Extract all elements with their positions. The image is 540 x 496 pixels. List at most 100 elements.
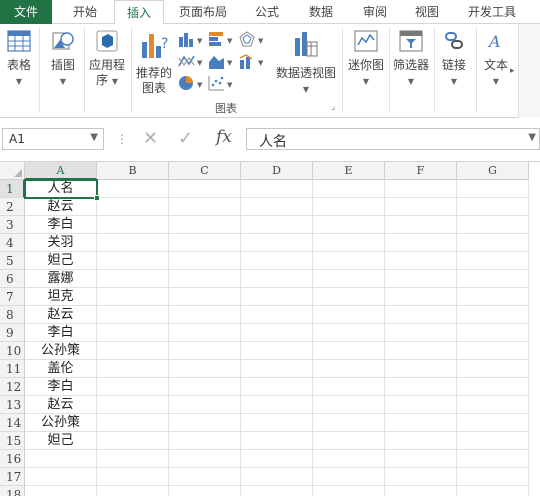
cell-b8[interactable] bbox=[97, 306, 169, 324]
apps-button[interactable]: 应用程 序 ▼ bbox=[86, 28, 128, 89]
cell-g16[interactable] bbox=[457, 450, 529, 468]
cell-c16[interactable] bbox=[169, 450, 241, 468]
cell-b16[interactable] bbox=[97, 450, 169, 468]
cell-e6[interactable] bbox=[313, 270, 385, 288]
cell-g12[interactable] bbox=[457, 378, 529, 396]
cell-a5[interactable]: 妲己 bbox=[25, 252, 97, 270]
cell-d16[interactable] bbox=[241, 450, 313, 468]
cell-a13[interactable]: 赵云 bbox=[25, 396, 97, 414]
tab-page-layout[interactable]: 页面布局 bbox=[170, 0, 236, 24]
cell-g17[interactable] bbox=[457, 468, 529, 486]
column-header-b[interactable]: B bbox=[97, 162, 169, 180]
cell-e13[interactable] bbox=[313, 396, 385, 414]
cell-e12[interactable] bbox=[313, 378, 385, 396]
table-button[interactable]: 表格 ▼ bbox=[2, 28, 36, 89]
cell-e5[interactable] bbox=[313, 252, 385, 270]
tab-insert[interactable]: 插入 bbox=[114, 0, 164, 25]
row-header-9[interactable]: 9 bbox=[0, 324, 25, 342]
cell-f7[interactable] bbox=[385, 288, 457, 306]
tab-data[interactable]: 数据 bbox=[298, 0, 344, 24]
tab-formulas[interactable]: 公式 bbox=[244, 0, 290, 24]
area-chart-button[interactable]: ▼ bbox=[207, 52, 235, 72]
cell-d3[interactable] bbox=[241, 216, 313, 234]
cell-f9[interactable] bbox=[385, 324, 457, 342]
select-all-button[interactable] bbox=[0, 162, 25, 180]
row-header-15[interactable]: 15 bbox=[0, 432, 25, 450]
cell-b13[interactable] bbox=[97, 396, 169, 414]
cell-g9[interactable] bbox=[457, 324, 529, 342]
cell-d14[interactable] bbox=[241, 414, 313, 432]
cell-d12[interactable] bbox=[241, 378, 313, 396]
cell-d1[interactable] bbox=[241, 180, 313, 198]
cell-f15[interactable] bbox=[385, 432, 457, 450]
cell-c2[interactable] bbox=[169, 198, 241, 216]
cell-g6[interactable] bbox=[457, 270, 529, 288]
cell-f1[interactable] bbox=[385, 180, 457, 198]
cell-a11[interactable]: 盖伦 bbox=[25, 360, 97, 378]
cell-a6[interactable]: 露娜 bbox=[25, 270, 97, 288]
column-header-e[interactable]: E bbox=[313, 162, 385, 180]
cell-f17[interactable] bbox=[385, 468, 457, 486]
sparklines-button[interactable]: 迷你图 ▼ bbox=[346, 28, 386, 89]
cell-c4[interactable] bbox=[169, 234, 241, 252]
cell-a12[interactable]: 李白 bbox=[25, 378, 97, 396]
cell-b17[interactable] bbox=[97, 468, 169, 486]
cell-c12[interactable] bbox=[169, 378, 241, 396]
cell-d17[interactable] bbox=[241, 468, 313, 486]
cell-g13[interactable] bbox=[457, 396, 529, 414]
cell-b4[interactable] bbox=[97, 234, 169, 252]
cell-d10[interactable] bbox=[241, 342, 313, 360]
cell-b10[interactable] bbox=[97, 342, 169, 360]
cell-e2[interactable] bbox=[313, 198, 385, 216]
cell-e3[interactable] bbox=[313, 216, 385, 234]
cell-c13[interactable] bbox=[169, 396, 241, 414]
row-header-11[interactable]: 11 bbox=[0, 360, 25, 378]
ribbon-scroll-right-icon[interactable]: ▸ bbox=[510, 66, 515, 76]
column-header-f[interactable]: F bbox=[385, 162, 457, 180]
cell-c7[interactable] bbox=[169, 288, 241, 306]
row-header-14[interactable]: 14 bbox=[0, 414, 25, 432]
cell-a14[interactable]: 公孙策 bbox=[25, 414, 97, 432]
bar-chart-button[interactable]: ▼ bbox=[207, 30, 235, 50]
row-header-17[interactable]: 17 bbox=[0, 468, 25, 486]
tab-review[interactable]: 审阅 bbox=[352, 0, 398, 24]
cell-c10[interactable] bbox=[169, 342, 241, 360]
row-header-2[interactable]: 2 bbox=[0, 198, 25, 216]
row-header-4[interactable]: 4 bbox=[0, 234, 25, 252]
cell-d4[interactable] bbox=[241, 234, 313, 252]
cell-g2[interactable] bbox=[457, 198, 529, 216]
cell-a17[interactable] bbox=[25, 468, 97, 486]
cell-f16[interactable] bbox=[385, 450, 457, 468]
column-header-d[interactable]: D bbox=[241, 162, 313, 180]
row-header-18[interactable]: 18 bbox=[0, 486, 25, 496]
cell-f13[interactable] bbox=[385, 396, 457, 414]
cell-g8[interactable] bbox=[457, 306, 529, 324]
cell-d11[interactable] bbox=[241, 360, 313, 378]
expand-formula-bar-icon[interactable]: ▼ bbox=[528, 132, 536, 143]
cell-c9[interactable] bbox=[169, 324, 241, 342]
cell-b11[interactable] bbox=[97, 360, 169, 378]
cell-c3[interactable] bbox=[169, 216, 241, 234]
cell-d9[interactable] bbox=[241, 324, 313, 342]
row-header-16[interactable]: 16 bbox=[0, 450, 25, 468]
cell-a18[interactable] bbox=[25, 486, 97, 496]
row-header-5[interactable]: 5 bbox=[0, 252, 25, 270]
cell-g15[interactable] bbox=[457, 432, 529, 450]
cell-g11[interactable] bbox=[457, 360, 529, 378]
cell-a10[interactable]: 公孙策 bbox=[25, 342, 97, 360]
cell-d13[interactable] bbox=[241, 396, 313, 414]
cell-b9[interactable] bbox=[97, 324, 169, 342]
filters-button[interactable]: 筛选器 ▼ bbox=[391, 28, 431, 89]
enter-icon[interactable]: ✓ bbox=[178, 128, 193, 150]
line-chart-button[interactable]: ▼ bbox=[177, 52, 205, 72]
cell-e17[interactable] bbox=[313, 468, 385, 486]
cell-b2[interactable] bbox=[97, 198, 169, 216]
cell-e10[interactable] bbox=[313, 342, 385, 360]
cell-b12[interactable] bbox=[97, 378, 169, 396]
cell-g4[interactable] bbox=[457, 234, 529, 252]
cell-f2[interactable] bbox=[385, 198, 457, 216]
cell-b18[interactable] bbox=[97, 486, 169, 496]
cell-a4[interactable]: 关羽 bbox=[25, 234, 97, 252]
cell-e11[interactable] bbox=[313, 360, 385, 378]
cell-c18[interactable] bbox=[169, 486, 241, 496]
